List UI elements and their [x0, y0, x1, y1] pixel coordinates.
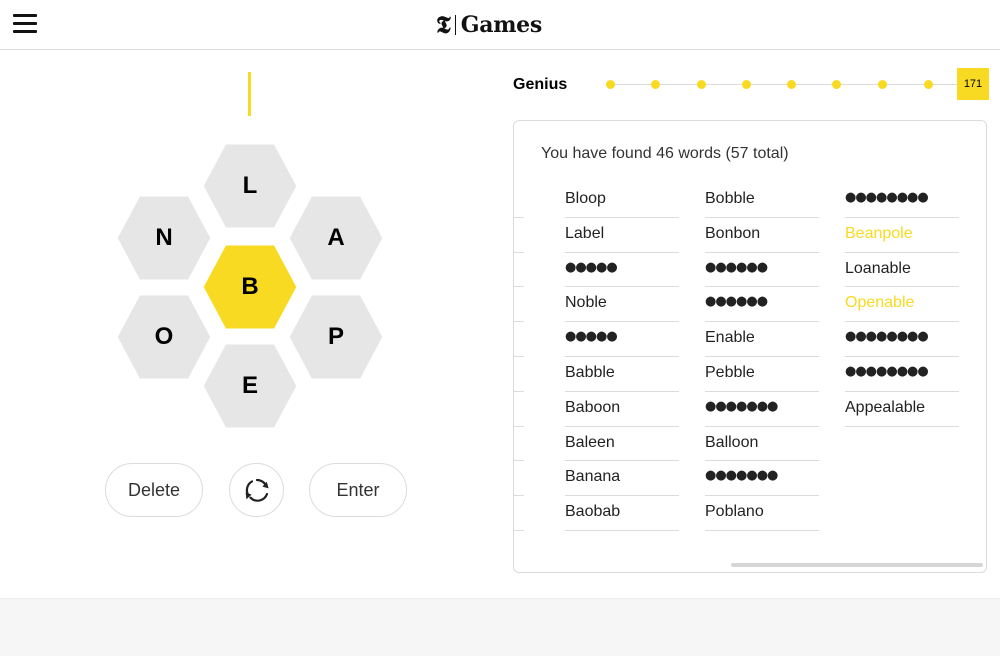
row-divider-stub: [514, 286, 524, 288]
hidden-word: ●●●●●●●●: [845, 357, 959, 392]
progress-dot: [606, 80, 615, 89]
progress-dot: [787, 80, 796, 89]
found-word: Babble: [565, 357, 679, 392]
hidden-word: ●●●●●●●●: [845, 183, 959, 218]
hidden-word: ●●●●●●: [705, 253, 819, 288]
nyt-games-logo[interactable]: 𝕿 Games: [436, 11, 542, 39]
row-divider-stub: [514, 495, 524, 497]
found-word: Appealable: [845, 392, 959, 427]
progress-dot: [742, 80, 751, 89]
hamburger-line: [13, 14, 37, 17]
found-word: Bobble: [705, 183, 819, 218]
found-word: Bonbon: [705, 218, 819, 253]
hive-cell-upper-left[interactable]: N: [114, 194, 214, 282]
hive-cell-upper-right[interactable]: A: [286, 194, 386, 282]
hidden-word: ●●●●●●●: [705, 461, 819, 497]
hive-cell-lower-left[interactable]: O: [114, 293, 214, 381]
pangram-word: Beanpole: [845, 218, 959, 253]
progress-dot: [924, 80, 933, 89]
hamburger-icon[interactable]: [13, 13, 37, 33]
row-divider-stub: [514, 530, 524, 531]
shuffle-button[interactable]: [229, 463, 284, 517]
word-column: Bloop Label ●●●●● Noble ●●●●● Babble Baboon Bal…: [565, 183, 679, 531]
word-column: Bobble Bonbon ●●●●●● ●●●●●● Enable Pebble ●●●●…: [705, 183, 819, 531]
hidden-word: ●●●●●●●: [705, 392, 819, 427]
word-column: ●●●●●●●● Beanpole Loanable Openable ●●●●●●●●…: [845, 183, 959, 427]
enter-button[interactable]: Enter: [309, 463, 407, 517]
progress-dot: [832, 80, 841, 89]
hive-cell-center[interactable]: B: [200, 243, 300, 331]
score-badge: 171: [957, 68, 989, 100]
delete-button[interactable]: Delete: [105, 463, 203, 517]
row-divider-stub: [514, 251, 524, 253]
hive-letter: N: [155, 224, 173, 251]
hive-cell-top[interactable]: L: [200, 142, 300, 230]
found-word: Bloop: [565, 183, 679, 218]
found-word: Balloon: [705, 427, 819, 462]
found-word: Pebble: [705, 357, 819, 392]
hidden-word: ●●●●●: [565, 322, 679, 357]
found-word: Poblano: [705, 496, 819, 531]
row-divider-stub: [514, 460, 524, 462]
row-divider-stub: [514, 321, 524, 323]
page-bottom-area: [0, 598, 1000, 656]
shuffle-icon: [245, 478, 269, 502]
found-word: Baleen: [565, 427, 679, 462]
hive-letter: A: [327, 224, 345, 251]
found-word: Loanable: [845, 253, 959, 288]
hive-cell-lower-right[interactable]: P: [286, 293, 386, 381]
found-word: Noble: [565, 287, 679, 323]
hamburger-line: [13, 30, 37, 33]
row-divider-stub: [514, 356, 524, 357]
word-list-scrollbar[interactable]: [731, 563, 983, 567]
found-word: Label: [565, 218, 679, 253]
hive-letter: E: [241, 372, 258, 399]
found-words-summary: You have found 46 words (57 total): [541, 145, 789, 162]
hidden-word: ●●●●●●: [705, 287, 819, 323]
progress-track: [610, 84, 960, 85]
found-words-panel[interactable]: You have found 46 words (57 total) Bloop…: [513, 120, 987, 573]
letter-hive: L N A B O P E: [110, 142, 390, 432]
logo-divider: [454, 15, 456, 35]
found-word: Banana: [565, 461, 679, 497]
hidden-word: ●●●●●●●●: [845, 322, 959, 357]
hamburger-line: [13, 22, 37, 25]
hive-letter: P: [327, 323, 344, 350]
progress-dot: [651, 80, 660, 89]
hive-cell-bottom[interactable]: E: [200, 342, 300, 430]
progress-dot: [878, 80, 887, 89]
nyt-t-logo-icon: 𝕿: [436, 10, 451, 39]
rank-label[interactable]: Genius: [513, 76, 567, 94]
hive-center-letter: B: [241, 273, 259, 300]
row-divider-stub: [514, 425, 524, 427]
found-word: Enable: [705, 322, 819, 357]
progress-dot: [697, 80, 706, 89]
hive-letter: L: [242, 172, 258, 199]
found-word: Baboon: [565, 392, 679, 427]
pangram-word: Openable: [845, 287, 959, 323]
logo-text: Games: [460, 12, 543, 38]
row-divider-stub: [514, 216, 524, 218]
row-divider-stub: [514, 390, 524, 392]
found-word: Baobab: [565, 496, 679, 531]
hidden-word: ●●●●●: [565, 253, 679, 288]
word-input-cursor: [248, 72, 251, 116]
hive-letter: O: [154, 323, 174, 350]
top-bar: 𝕿 Games: [0, 0, 1000, 50]
